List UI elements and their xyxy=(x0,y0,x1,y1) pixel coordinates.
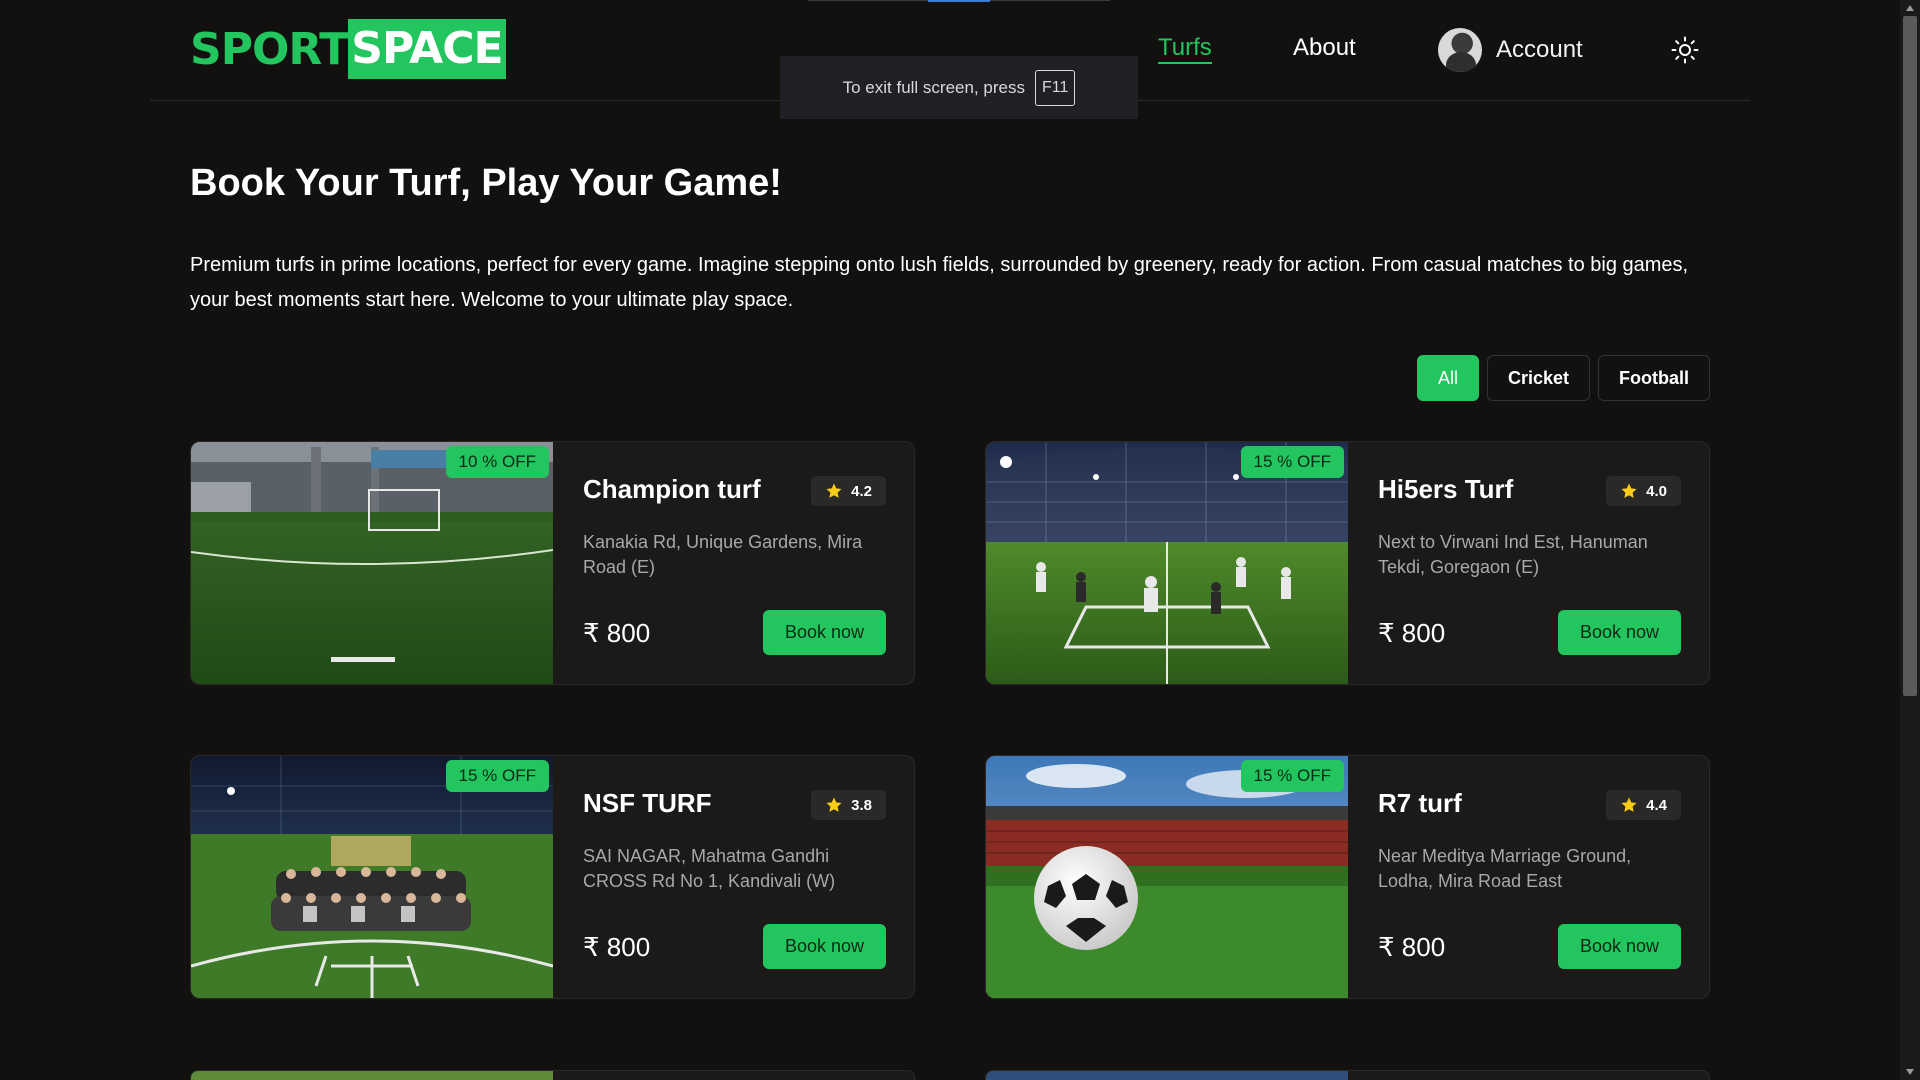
turf-card: 15 % OFF NSF TURF 3.8 SAI NAGAR, Mahatma… xyxy=(190,755,915,999)
currency-symbol: ₹ xyxy=(583,932,600,962)
star-icon xyxy=(1621,483,1637,498)
turf-image-football-stadium[interactable]: 15 % OFF xyxy=(986,756,1348,998)
avatar xyxy=(1438,28,1482,72)
page: SPORT SPACE Turfs About Account To exit … xyxy=(0,0,1900,1080)
turf-card-body: NSF TURF 3.8 SAI NAGAR, Mahatma Gandhi C… xyxy=(553,756,914,998)
discount-badge: 15 % OFF xyxy=(1240,760,1344,792)
logo-space: SPACE xyxy=(348,19,506,79)
star-icon xyxy=(1621,797,1637,812)
fullscreen-exit-tooltip: To exit full screen, press F11 xyxy=(780,56,1138,119)
turf-price: ₹ 800 xyxy=(583,932,650,963)
account-label: Account xyxy=(1496,36,1583,63)
turf-image-football-goal[interactable]: 10 % OFF xyxy=(191,442,553,684)
fullscreen-tip-key: F11 xyxy=(1034,69,1076,106)
price-value: 800 xyxy=(1401,932,1446,962)
star-icon xyxy=(826,483,842,498)
rating-value: 4.0 xyxy=(1646,482,1667,500)
rating-badge: 4.0 xyxy=(1606,476,1681,506)
star-icon xyxy=(826,797,842,812)
turf-card-body: Hi5ers Turf 4.0 Next to Virwani Ind Est,… xyxy=(1348,442,1709,684)
price-value: 800 xyxy=(606,618,651,648)
sun-icon[interactable] xyxy=(1671,36,1699,64)
currency-symbol: ₹ xyxy=(583,618,600,648)
account-menu[interactable]: Account xyxy=(1438,28,1583,72)
scroll-up-arrow-icon[interactable] xyxy=(1905,3,1915,13)
rating-badge: 4.4 xyxy=(1606,790,1681,820)
rating-value: 3.8 xyxy=(851,796,872,814)
book-now-button[interactable]: Book now xyxy=(763,610,886,655)
turf-address: SAI NAGAR, Mahatma Gandhi CROSS Rd No 1,… xyxy=(583,846,836,891)
turf-image-box-cricket[interactable]: 15 % OFF xyxy=(986,442,1348,684)
turf-card-partial xyxy=(190,1070,915,1080)
discount-badge: 15 % OFF xyxy=(1240,446,1344,478)
filter-all-button[interactable]: All xyxy=(1416,355,1479,401)
turf-address: Kanakia Rd, Unique Gardens, Mira Road (E… xyxy=(583,532,863,577)
turf-price: ₹ 800 xyxy=(583,618,650,649)
turf-image-partial xyxy=(986,1071,1348,1080)
turf-address: Near Meditya Marriage Ground, Lodha, Mir… xyxy=(1378,846,1632,891)
hero-description: Premium turfs in prime locations, perfec… xyxy=(190,254,1689,311)
nav-turfs-link[interactable]: Turfs xyxy=(1158,34,1212,64)
fullscreen-tip-text: To exit full screen, press xyxy=(842,77,1025,97)
turf-card: 10 % OFF Champion turf 4.2 Kanakia Rd, U… xyxy=(190,441,915,685)
page-scrollbar[interactable] xyxy=(1900,0,1920,1080)
turf-card: 15 % OFF R7 turf 4.4 Near Meditya Marria… xyxy=(985,755,1710,999)
turf-card: 15 % OFF Hi5ers Turf 4.0 Next to Virwani… xyxy=(985,441,1710,685)
sport-filter-group: All Cricket Football xyxy=(1416,355,1710,401)
book-now-button[interactable]: Book now xyxy=(763,924,886,969)
turf-name: Champion turf xyxy=(583,474,761,504)
price-value: 800 xyxy=(1401,618,1446,648)
price-value: 800 xyxy=(606,932,651,962)
book-now-button[interactable]: Book now xyxy=(1558,610,1681,655)
filter-cricket-button[interactable]: Cricket xyxy=(1486,355,1590,401)
logo-sport: SPORT xyxy=(190,23,349,75)
currency-symbol: ₹ xyxy=(1378,618,1395,648)
discount-badge: 10 % OFF xyxy=(445,446,549,478)
turf-name: NSF TURF xyxy=(583,788,712,818)
turf-card-partial xyxy=(985,1070,1710,1080)
turf-image-partial xyxy=(191,1071,553,1080)
turf-address: Next to Virwani Ind Est, Hanuman Tekdi, … xyxy=(1378,532,1648,577)
nav-about-link[interactable]: About xyxy=(1293,34,1356,62)
book-now-button[interactable]: Book now xyxy=(1558,924,1681,969)
discount-badge: 15 % OFF xyxy=(445,760,549,792)
rating-value: 4.4 xyxy=(1646,796,1667,814)
scroll-thumb[interactable] xyxy=(1903,16,1917,696)
filter-football-button[interactable]: Football xyxy=(1598,355,1710,401)
rating-badge: 4.2 xyxy=(811,476,886,506)
turf-name: Hi5ers Turf xyxy=(1378,474,1514,504)
page-title: Book Your Turf, Play Your Game! xyxy=(190,162,782,204)
turf-price: ₹ 800 xyxy=(1378,618,1445,649)
turf-card-body: R7 turf 4.4 Near Meditya Marriage Ground… xyxy=(1348,756,1709,998)
logo[interactable]: SPORT SPACE xyxy=(190,19,506,79)
scroll-down-arrow-icon[interactable] xyxy=(1905,1067,1915,1077)
rating-value: 4.2 xyxy=(851,482,872,500)
turf-name: R7 turf xyxy=(1378,788,1462,818)
rating-badge: 3.8 xyxy=(811,790,886,820)
turf-image-cricket-team[interactable]: 15 % OFF xyxy=(191,756,553,998)
turf-card-body: Champion turf 4.2 Kanakia Rd, Unique Gar… xyxy=(553,442,914,684)
turf-price: ₹ 800 xyxy=(1378,932,1445,963)
currency-symbol: ₹ xyxy=(1378,932,1395,962)
